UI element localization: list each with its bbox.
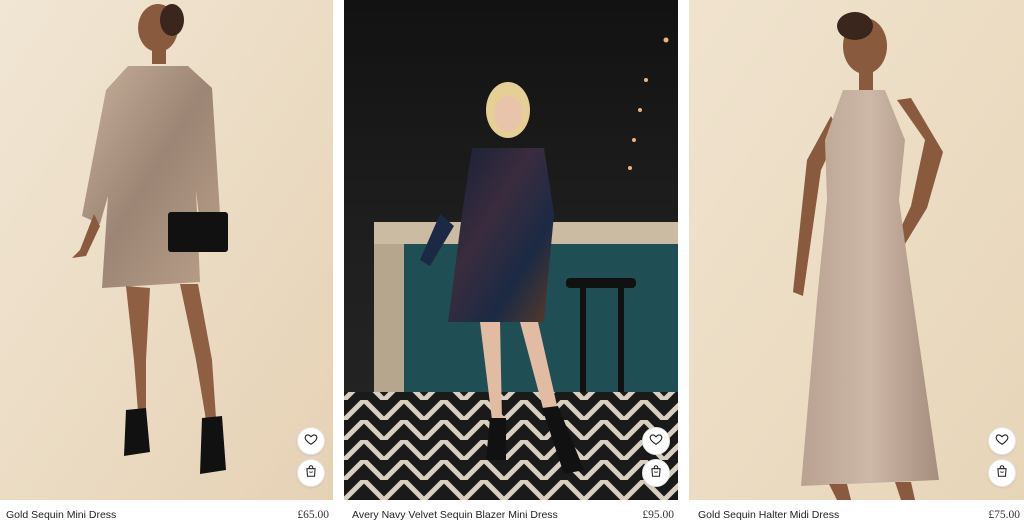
product-info: Avery Navy Velvet Sequin Blazer Mini Dre… [344,504,678,526]
wishlist-button[interactable] [988,427,1016,455]
product-name[interactable]: Avery Navy Velvet Sequin Blazer Mini Dre… [352,509,558,521]
add-to-bag-button[interactable] [988,459,1016,487]
product-card[interactable]: Gold Sequin Halter Midi Dress £75.00 [689,0,1024,526]
product-card[interactable]: Avery Navy Velvet Sequin Blazer Mini Dre… [344,0,678,526]
product-price: £65.00 [297,509,329,521]
product-image[interactable] [344,0,678,500]
product-card[interactable]: Gold Sequin Mini Dress £65.00 [0,0,333,526]
product-grid: Gold Sequin Mini Dress £65.00 Avery Navy… [0,0,1024,526]
heart-icon [995,432,1009,451]
product-image[interactable] [689,0,1024,500]
add-to-bag-button[interactable] [297,459,325,487]
shopping-bag-icon [649,464,663,483]
shopping-bag-icon [304,464,318,483]
product-name[interactable]: Gold Sequin Mini Dress [6,509,116,521]
wishlist-button[interactable] [642,427,670,455]
product-info: Gold Sequin Halter Midi Dress £75.00 [689,504,1024,526]
add-to-bag-button[interactable] [642,459,670,487]
heart-icon [304,432,318,451]
product-price: £95.00 [642,509,674,521]
product-info: Gold Sequin Mini Dress £65.00 [0,504,333,526]
product-price: £75.00 [988,509,1020,521]
heart-icon [649,432,663,451]
product-name[interactable]: Gold Sequin Halter Midi Dress [698,509,839,521]
shopping-bag-icon [995,464,1009,483]
wishlist-button[interactable] [297,427,325,455]
product-image[interactable] [0,0,333,500]
